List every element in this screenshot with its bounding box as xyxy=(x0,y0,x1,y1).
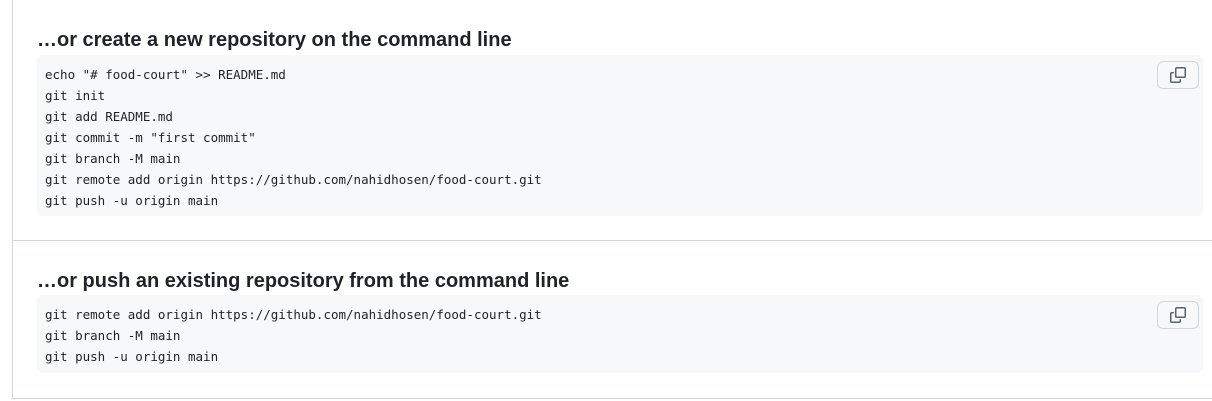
copy-icon xyxy=(1170,67,1186,83)
command-code[interactable]: echo "# food-court" >> README.md git init… xyxy=(45,64,542,211)
push-existing-repository-section: …or push an existing repository from the… xyxy=(13,241,1212,398)
code-line: git push -u origin main xyxy=(45,193,219,208)
quick-setup-panel: …or create a new repository on the comma… xyxy=(12,0,1212,399)
code-line: git push -u origin main xyxy=(45,349,219,364)
section-heading: …or create a new repository on the comma… xyxy=(37,29,512,51)
code-line: git remote add origin https://github.com… xyxy=(45,307,542,322)
create-new-repository-section: …or create a new repository on the comma… xyxy=(13,0,1212,241)
code-line: git branch -M main xyxy=(45,328,181,343)
code-line: git commit -m "first commit" xyxy=(45,130,256,145)
section-heading: …or push an existing repository from the… xyxy=(37,270,570,292)
copy-icon xyxy=(1170,307,1186,323)
code-line: git branch -M main xyxy=(45,151,181,166)
code-line: git add README.md xyxy=(45,109,173,124)
command-code-block: echo "# food-court" >> README.md git init… xyxy=(37,55,1203,216)
code-line: git remote add origin https://github.com… xyxy=(45,172,542,187)
code-line: echo "# food-court" >> README.md xyxy=(45,67,286,82)
command-code[interactable]: git remote add origin https://github.com… xyxy=(45,304,542,367)
copy-button[interactable] xyxy=(1157,301,1199,329)
copy-button[interactable] xyxy=(1157,61,1199,89)
code-line: git init xyxy=(45,88,106,103)
command-code-block: git remote add origin https://github.com… xyxy=(37,295,1203,373)
